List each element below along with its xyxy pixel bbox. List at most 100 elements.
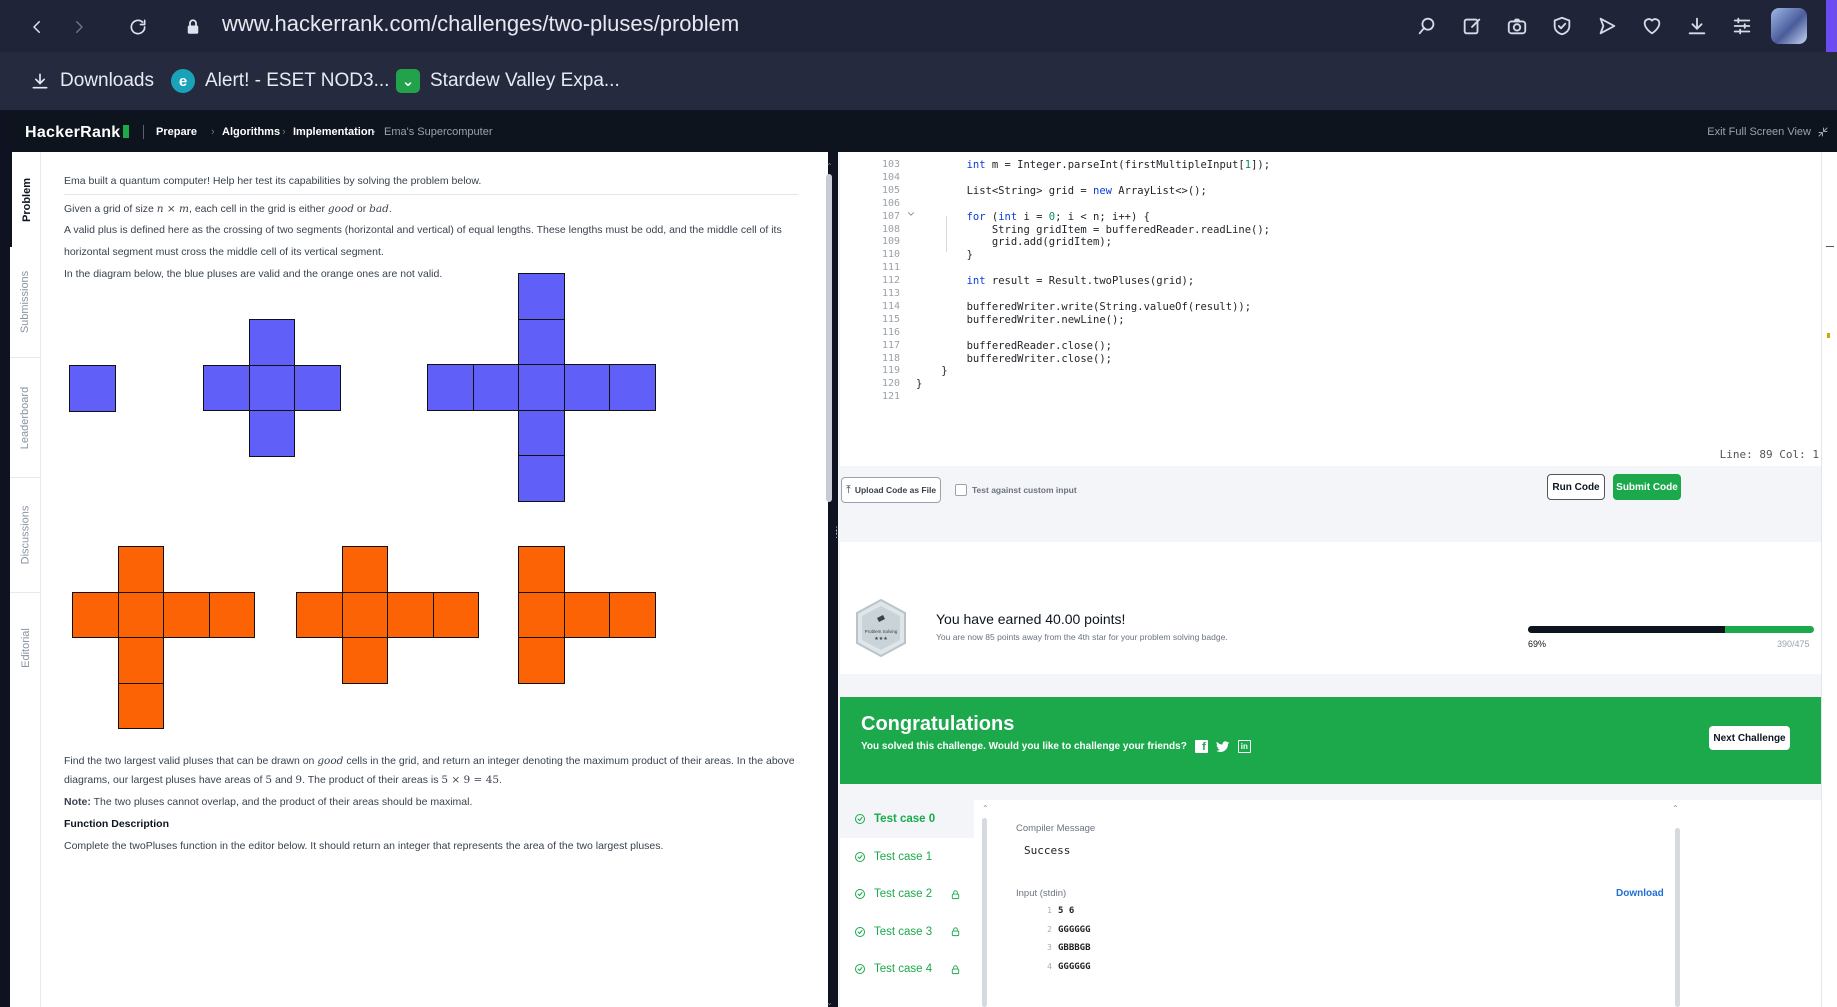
tab-leaderboard[interactable]: Leaderboard xyxy=(10,357,41,477)
invalid-plus-cell xyxy=(117,682,164,729)
tab-problem[interactable]: Problem xyxy=(10,152,41,247)
facebook-icon[interactable]: f xyxy=(1194,740,1208,753)
profile-avatar[interactable] xyxy=(1771,8,1807,44)
detail-scrollbar[interactable] xyxy=(1675,828,1680,1007)
lock-icon xyxy=(180,14,206,40)
reload-button[interactable] xyxy=(125,14,151,40)
invalid-plus-cell xyxy=(341,637,388,684)
bookmark-stardew[interactable]: ⌄ Stardew Valley Expa... xyxy=(396,68,620,94)
hackerrank-logo[interactable]: HackerRank xyxy=(25,124,129,142)
stdin-line-number: 4 xyxy=(1047,961,1052,971)
code-line: String gridItem = bufferedReader.readLin… xyxy=(916,223,1271,236)
tab-editorial[interactable]: Editorial xyxy=(10,592,41,702)
address-bar[interactable]: www.hackerrank.com/challenges/two-pluses… xyxy=(222,11,739,37)
splitter-handle[interactable]: ⋮ ⋮ xyxy=(832,526,841,568)
lock-icon xyxy=(952,964,960,974)
check-circle-icon xyxy=(855,926,865,937)
search-icon[interactable] xyxy=(1414,13,1440,39)
shield-icon[interactable] xyxy=(1549,13,1575,39)
custom-input-checkbox[interactable] xyxy=(955,484,967,496)
test-case-tab-0[interactable]: Test case 0 xyxy=(840,800,974,838)
reload-icon xyxy=(130,19,146,35)
valid-plus-cell xyxy=(518,364,565,411)
line-number: 105 xyxy=(881,184,900,196)
note-text: Note: The two pluses cannot overlap, and… xyxy=(64,796,473,808)
tab-discussions[interactable]: Discussions xyxy=(10,477,41,592)
congrats-title: Congratulations xyxy=(861,713,1015,735)
valid-plus-cell xyxy=(518,318,565,365)
edit-icon[interactable] xyxy=(1459,13,1485,39)
test-case-tab-1[interactable]: Test case 1 xyxy=(840,838,974,876)
problem-statement-continued: Find the two largest valid pluses that c… xyxy=(64,752,798,856)
test-list-scrollbar[interactable] xyxy=(982,818,987,1007)
breadcrumb-algorithms[interactable]: Algorithms xyxy=(222,126,280,138)
forward-button[interactable] xyxy=(66,14,92,40)
stdin-line: GBBBGB xyxy=(1058,943,1091,953)
bookmarks-bar: Downloads e Alert! - ESET NOD3... ⌄ Star… xyxy=(0,52,1837,110)
line-number: 110 xyxy=(881,249,900,261)
test-case-tab-2[interactable]: Test case 2 xyxy=(840,875,974,913)
test-case-tab-3[interactable]: Test case 3 xyxy=(840,913,974,951)
submit-code-button[interactable]: Submit Code xyxy=(1613,474,1681,500)
invalid-plus-cell xyxy=(117,637,164,684)
code-line: for (int i = 0; i < n; i++) { xyxy=(966,210,1150,223)
exit-fullscreen-link[interactable]: Exit Full Screen View xyxy=(1707,126,1811,138)
bookmark-label: Downloads xyxy=(60,70,154,91)
invalid-plus-cell xyxy=(518,591,565,638)
breadcrumb-implementation[interactable]: Implementation xyxy=(293,126,374,138)
invalid-plus-cell xyxy=(341,591,388,638)
download-link[interactable]: Download xyxy=(1616,888,1664,899)
line-number: 112 xyxy=(881,275,900,287)
invalid-plus-cell xyxy=(518,637,565,684)
run-code-button[interactable]: Run Code xyxy=(1547,474,1605,500)
valid-plus-cell xyxy=(518,455,565,502)
valid-plus-cell xyxy=(248,319,295,366)
progress-score: 390/475 xyxy=(1777,639,1810,649)
tab-submissions[interactable]: Submissions xyxy=(10,247,41,357)
stdin-line-number: 3 xyxy=(1047,943,1052,952)
function-description-text: Complete the twoPluses function in the e… xyxy=(64,840,664,852)
editor-overview-ruler[interactable] xyxy=(1821,152,1837,1007)
twitter-icon[interactable] xyxy=(1215,740,1230,753)
code-line: int m = Integer.parseInt(firstMultipleIn… xyxy=(966,159,1271,171)
collapse-icon[interactable] xyxy=(1817,126,1829,138)
bookmark-downloads[interactable]: Downloads xyxy=(30,68,154,94)
line-number: 103 xyxy=(881,159,900,170)
camera-icon[interactable] xyxy=(1504,13,1530,39)
points-subtext: You are now 85 points away from the 4th … xyxy=(936,632,1228,642)
problem-panel: Problem Submissions Leaderboard Discussi… xyxy=(10,152,833,1007)
line-number: 108 xyxy=(881,223,900,235)
grid-text: Given a grid of size n × m, each cell in… xyxy=(64,203,392,215)
linkedin-icon[interactable]: in xyxy=(1237,740,1251,753)
code-editor[interactable]: 103 int m = Integer.parseInt(firstMultip… xyxy=(840,152,1825,466)
points-card: Problem Solving ★★★ You have earned 40.0… xyxy=(840,584,1825,674)
heart-icon[interactable] xyxy=(1639,13,1665,39)
bookmark-eset[interactable]: e Alert! - ESET NOD3... xyxy=(171,68,389,94)
cursor-position: Line: 89 Col: 1 xyxy=(1719,448,1819,461)
send-icon[interactable] xyxy=(1594,13,1620,39)
points-earned: You have earned 40.00 points! xyxy=(936,611,1126,627)
test-case-tab-4[interactable]: Test case 4 xyxy=(840,950,974,988)
find-text: Find the two largest valid pluses that c… xyxy=(64,755,795,786)
back-button[interactable] xyxy=(24,14,50,40)
function-description-heading: Function Description xyxy=(64,818,169,830)
plus-definition: A valid plus is defined here as the cros… xyxy=(64,224,782,258)
valid-plus-cell xyxy=(248,364,295,411)
line-number: 109 xyxy=(881,236,900,248)
code-line: bufferedWriter.write(String.valueOf(resu… xyxy=(916,300,1252,313)
line-number: 107 xyxy=(881,210,900,222)
next-challenge-button[interactable]: Next Challenge xyxy=(1709,726,1790,750)
breadcrumb-prepare[interactable]: Prepare xyxy=(156,126,197,138)
fold-chevron-icon[interactable] xyxy=(906,209,916,219)
intro-text: Ema built a quantum computer! Help her t… xyxy=(64,175,482,187)
menu-icon[interactable] xyxy=(1729,13,1755,39)
line-number: 118 xyxy=(881,352,900,364)
upload-code-button[interactable]: ⤒ Upload Code as File xyxy=(841,477,941,503)
line-number: 115 xyxy=(881,313,900,325)
invalid-plus-cell xyxy=(296,591,343,638)
download-icon[interactable] xyxy=(1684,13,1710,39)
line-number: 116 xyxy=(881,326,900,338)
progress-percent: 69% xyxy=(1528,639,1547,649)
problem-scrollbar[interactable]: ⌃ ⌄ xyxy=(825,162,833,1007)
invalid-plus-cell xyxy=(387,591,434,638)
